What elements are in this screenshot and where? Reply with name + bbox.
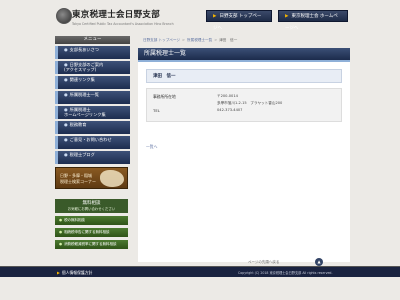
tokyo-home-label: 東京税理士会 ホームページへ [285, 14, 338, 31]
bullet-icon: ● [64, 92, 68, 97]
consult-title: 無料相談 [55, 199, 128, 206]
sidebar-item-branch-info[interactable]: ● 日野支部のご案内 (アクセスマップ) [55, 61, 130, 74]
page-title: 所属税理士一覧 [138, 48, 350, 62]
bullet-icon: ● [64, 137, 68, 142]
tokyo-home-button[interactable]: ▶ 東京税理士会 ホームページへ [278, 10, 348, 31]
member-name: 津田 信一 [146, 69, 342, 83]
copyright: Copyright (C) 2018 東京税理士会日野支部 All rights… [238, 271, 333, 275]
bullet-icon: ● [64, 47, 68, 52]
bullet-icon: ● [59, 230, 63, 234]
menu-title: メニュー [55, 36, 130, 44]
office-postal: 〒200-0014 [217, 94, 238, 98]
back-to-list-link[interactable]: 一覧へ [146, 144, 342, 150]
consult-item-label: 相続税申告に関する無料相談 [64, 230, 110, 234]
tax-accountant-search-banner[interactable]: 日野・多摩・稲城 税理士検索コーナー [55, 167, 128, 189]
sidebar-item-label: 関連リンク集 [69, 77, 95, 82]
tel-label: TEL [153, 108, 160, 113]
banner-line-2: 税理士検索コーナー [60, 178, 96, 184]
office-address: 多摩市落川1-2-15 ブラヤット香山200 [217, 101, 283, 105]
breadcrumb-current: 津田 信一 [219, 38, 238, 42]
sidebar-item-tax-education[interactable]: ● 税務教育 [55, 121, 130, 134]
sidebar-item-label: 税務教育 [69, 122, 87, 127]
arrow-up-icon[interactable]: ▲ [315, 258, 323, 266]
breadcrumb-member-list[interactable]: 所属税理士一覧 [187, 38, 212, 42]
sidebar-item-sublabel: ホームページリンク集 [64, 112, 106, 117]
sidebar: メニュー ● 支部長あいさつ ● 日野支部のご案内 (アクセスマップ) ● 関連リンク… [55, 36, 130, 164]
arrow-right-icon: ▶ [285, 14, 289, 19]
breadcrumb-separator: > [182, 38, 186, 42]
site-name[interactable]: 東京税理士会日野支部 [72, 8, 160, 20]
bullet-icon: ● [64, 77, 68, 82]
consult-item-consumption-tax[interactable]: ● 消費税軽減税率に関する無料相談 [55, 240, 128, 249]
main-content: 日野支部 トップページ > 所属税理士一覧 > 津田 信一 所属税理士一覧 津田 信一 … [138, 36, 350, 262]
sidebar-item-label: 支部長あいさつ [69, 47, 99, 52]
branch-top-label: 日野支部 トップページへ [213, 14, 262, 31]
sidebar-item-contact[interactable]: ● ご意見・お問い合わせ [55, 136, 130, 149]
sidebar-item-greeting[interactable]: ● 支部長あいさつ [55, 46, 130, 59]
map-icon [100, 170, 124, 187]
banner-line-1: 日野・多摩・稲城 [60, 173, 92, 178]
tel-number: 042-373-4407 [217, 108, 243, 112]
sidebar-item-sublabel: (アクセスマップ) [64, 67, 97, 72]
consult-item-tax[interactable]: ● 税の無料相談 [55, 216, 128, 225]
office-info: 事務所所在地 〒200-0014 多摩市落川1-2-15 ブラヤット香山200 … [146, 88, 342, 122]
sidebar-item-label: ご意見・お問い合わせ [69, 137, 112, 142]
page-container: 東京税理士会日野支部 Tokyo Certified Public Tax Ac… [50, 0, 350, 300]
bullet-icon: ● [59, 242, 63, 246]
privacy-policy-label: 個人情報保護方針 [61, 270, 93, 275]
sidebar-item-label: 税理士ブログ [69, 152, 95, 157]
sidebar-item-member-list[interactable]: ● 所属税理士一覧 [55, 91, 130, 104]
consult-item-label: 消費税軽減税率に関する無料相談 [64, 242, 117, 246]
arrow-right-icon: ▶ [213, 14, 217, 19]
sidebar-item-blog[interactable]: ● 税理士ブログ [55, 151, 130, 164]
arrow-right-icon: ▶ [57, 270, 60, 275]
consult-item-inheritance[interactable]: ● 相続税申告に関する無料相談 [55, 228, 128, 237]
bullet-icon: ● [64, 152, 68, 157]
banner-text: 日野・多摩・稲城 税理士検索コーナー [60, 173, 96, 184]
site-header: 東京税理士会日野支部 Tokyo Certified Public Tax Ac… [50, 0, 350, 36]
consult-subtitle: お気軽にお問い合わせください [55, 206, 128, 213]
branch-logo-icon[interactable] [56, 8, 72, 24]
page-top-link[interactable]: ページの先頭へ戻る [248, 260, 279, 265]
bullet-icon: ● [64, 122, 68, 127]
breadcrumb-separator: > [214, 38, 218, 42]
office-address-label: 事務所所在地 [153, 94, 176, 99]
breadcrumb-home[interactable]: 日野支部 トップページ [143, 38, 180, 42]
sidebar-item-links[interactable]: ● 関連リンク集 [55, 76, 130, 89]
privacy-policy-link[interactable]: ▶ 個人情報保護方針 [57, 270, 92, 276]
site-subtitle: Tokyo Certified Public Tax Accountant's … [72, 22, 174, 26]
bullet-icon: ● [59, 218, 63, 222]
sidebar-item-label: 所属税理士一覧 [69, 92, 99, 97]
sidebar-item-member-homepages[interactable]: ● 所属税理士 ホームページリンク集 [55, 106, 130, 119]
branch-top-button[interactable]: ▶ 日野支部 トップページへ [206, 10, 272, 31]
breadcrumb: 日野支部 トップページ > 所属税理士一覧 > 津田 信一 [138, 36, 350, 44]
consult-item-label: 税の無料相談 [64, 218, 86, 222]
free-consultation-box: 無料相談 お気軽にお問い合わせください ● 税の無料相談 ● 相続税申告に関する無料… [55, 199, 128, 249]
member-detail: 津田 信一 事務所所在地 〒200-0014 多摩市落川1-2-15 ブラヤット… [138, 62, 350, 262]
